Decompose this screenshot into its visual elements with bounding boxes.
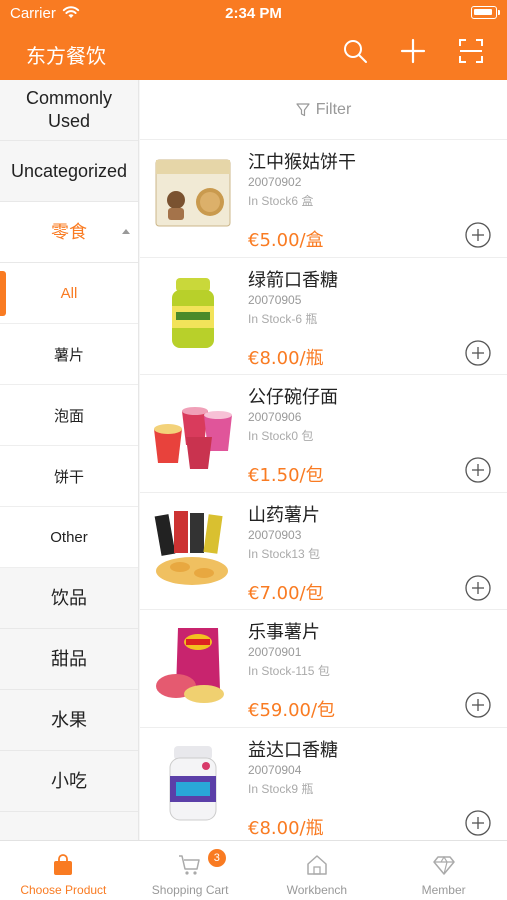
subcategory-label: Other xyxy=(50,528,88,546)
cart-count-badge: 3 xyxy=(207,849,226,867)
category-label: 水果 xyxy=(51,709,87,730)
product-name: 江中猴姑饼干 xyxy=(248,152,356,173)
filter-icon xyxy=(296,102,310,116)
tab-label: Member xyxy=(421,883,466,897)
product-image xyxy=(154,510,228,585)
subcategory-other[interactable]: Other xyxy=(0,507,138,568)
product-stock: In Stock0 包 xyxy=(248,429,314,443)
add-to-cart-icon[interactable] xyxy=(465,222,491,248)
tab-workbench[interactable]: Workbench xyxy=(254,841,381,900)
add-to-cart-icon[interactable] xyxy=(465,692,491,718)
tab-label: Choose Product xyxy=(20,883,107,897)
product-image xyxy=(155,159,231,227)
diamond-icon xyxy=(432,855,455,875)
category-label: 甜品 xyxy=(51,648,87,669)
product-stock: In Stock-115 包 xyxy=(248,664,330,678)
category-label: Commonly Used xyxy=(25,88,113,131)
product-row[interactable]: 益达口香糖 20070904 In Stock9 瓶 €8.00/瓶 xyxy=(140,728,507,841)
product-price: €8.00/瓶 xyxy=(248,347,324,369)
product-row[interactable]: 绿箭口香糖 20070905 In Stock-6 瓶 €8.00/瓶 xyxy=(140,258,507,375)
product-name: 益达口香糖 xyxy=(248,739,338,761)
product-row[interactable]: 乐事薯片 20070901 In Stock-115 包 €59.00/包 xyxy=(140,610,507,728)
product-row[interactable]: 江中猴姑饼干 20070902 In Stock6 盒 €5.00/盒 xyxy=(140,140,507,258)
category-label: Uncategorized xyxy=(10,160,128,181)
add-to-cart-icon[interactable] xyxy=(465,574,491,601)
product-stock: In Stock9 瓶 xyxy=(248,781,314,796)
add-to-cart-icon[interactable] xyxy=(465,809,491,836)
subcategory-instant-noodles[interactable]: 泡面 xyxy=(0,385,138,446)
add-to-cart-icon[interactable] xyxy=(465,457,491,483)
filter-label: Filter xyxy=(315,100,352,118)
subcategory-label: 饼干 xyxy=(53,468,84,486)
product-code: 20070903 xyxy=(248,527,302,542)
category-desserts[interactable]: 甜品 xyxy=(0,629,138,690)
product-code: 20070905 xyxy=(248,292,302,307)
product-image xyxy=(156,628,224,703)
tab-shopping-cart[interactable]: 3 Shopping Cart xyxy=(127,841,254,900)
collapse-arrow-icon[interactable] xyxy=(122,229,130,234)
scan-icon[interactable] xyxy=(458,38,484,64)
product-name: 山药薯片 xyxy=(248,504,320,526)
subcategory-chips[interactable]: 薯片 xyxy=(0,324,138,385)
category-fruit[interactable]: 水果 xyxy=(0,690,138,751)
product-stock: In Stock-6 瓶 xyxy=(248,311,318,326)
tab-label: Shopping Cart xyxy=(151,883,229,897)
subcategory-label: All xyxy=(60,284,78,302)
category-label: 小吃 xyxy=(51,770,87,791)
tab-label: Workbench xyxy=(286,883,348,897)
product-image xyxy=(154,407,232,469)
subcategory-label: 薯片 xyxy=(53,346,84,364)
status-bar: Carrier 2:34 PM xyxy=(0,0,507,28)
category-label: 零食 xyxy=(51,221,87,242)
shopping-bag-icon xyxy=(54,854,73,875)
category-sidebar: Commonly Used Uncategorized 零食 All 薯片 泡面… xyxy=(0,80,139,840)
filter-button[interactable]: Filter xyxy=(140,80,507,140)
product-name: 绿箭口香糖 xyxy=(248,269,338,291)
product-code: 20070901 xyxy=(248,645,302,659)
category-snacks[interactable]: 零食 xyxy=(0,202,138,263)
tab-choose-product[interactable]: Choose Product xyxy=(0,841,127,900)
product-code: 20070906 xyxy=(248,410,302,424)
subcategory-all[interactable]: All xyxy=(0,263,138,324)
subcategory-biscuits[interactable]: 饼干 xyxy=(0,446,138,507)
product-price: €59.00/包 xyxy=(248,700,336,721)
product-name: 公仔碗仔面 xyxy=(248,387,338,408)
product-image xyxy=(172,277,214,348)
battery-icon xyxy=(471,6,500,19)
plus-icon[interactable] xyxy=(400,38,426,64)
product-row[interactable]: 公仔碗仔面 20070906 In Stock0 包 €1.50/包 xyxy=(140,375,507,493)
add-to-cart-icon[interactable] xyxy=(465,339,491,366)
category-label: 饮品 xyxy=(51,587,87,608)
product-price: €1.50/包 xyxy=(248,465,324,486)
category-small-eats[interactable]: 小吃 xyxy=(0,751,138,812)
home-icon xyxy=(307,855,327,875)
category-drinks[interactable]: 饮品 xyxy=(0,568,138,629)
app-header: Carrier 2:34 PM 东方餐饮 xyxy=(0,0,507,80)
page-title: 东方餐饮 xyxy=(26,44,106,68)
search-icon[interactable] xyxy=(342,38,368,64)
product-row[interactable]: 山药薯片 20070903 In Stock13 包 €7.00/包 xyxy=(140,493,507,610)
category-uncategorized[interactable]: Uncategorized xyxy=(0,141,138,202)
tab-member[interactable]: Member xyxy=(380,841,507,900)
bottom-tab-bar: Choose Product 3 Shopping Cart Workbench… xyxy=(0,840,507,900)
product-price: €8.00/瓶 xyxy=(248,817,324,839)
clock: 2:34 PM xyxy=(225,5,282,22)
product-price: €7.00/包 xyxy=(248,582,324,604)
product-image xyxy=(169,745,217,820)
subcategory-label: 泡面 xyxy=(53,407,84,425)
product-code: 20070902 xyxy=(248,175,302,189)
product-code: 20070904 xyxy=(248,762,302,777)
product-list-panel: Filter 江中猴姑饼干 20070902 In Stock6 盒 €5.00… xyxy=(140,80,507,840)
product-name: 乐事薯片 xyxy=(248,622,320,643)
category-commonly-used[interactable]: Commonly Used xyxy=(0,80,138,141)
product-price: €5.00/盒 xyxy=(248,230,324,251)
product-stock: In Stock13 包 xyxy=(248,546,321,561)
product-stock: In Stock6 盒 xyxy=(248,194,314,208)
cart-icon xyxy=(179,855,200,875)
